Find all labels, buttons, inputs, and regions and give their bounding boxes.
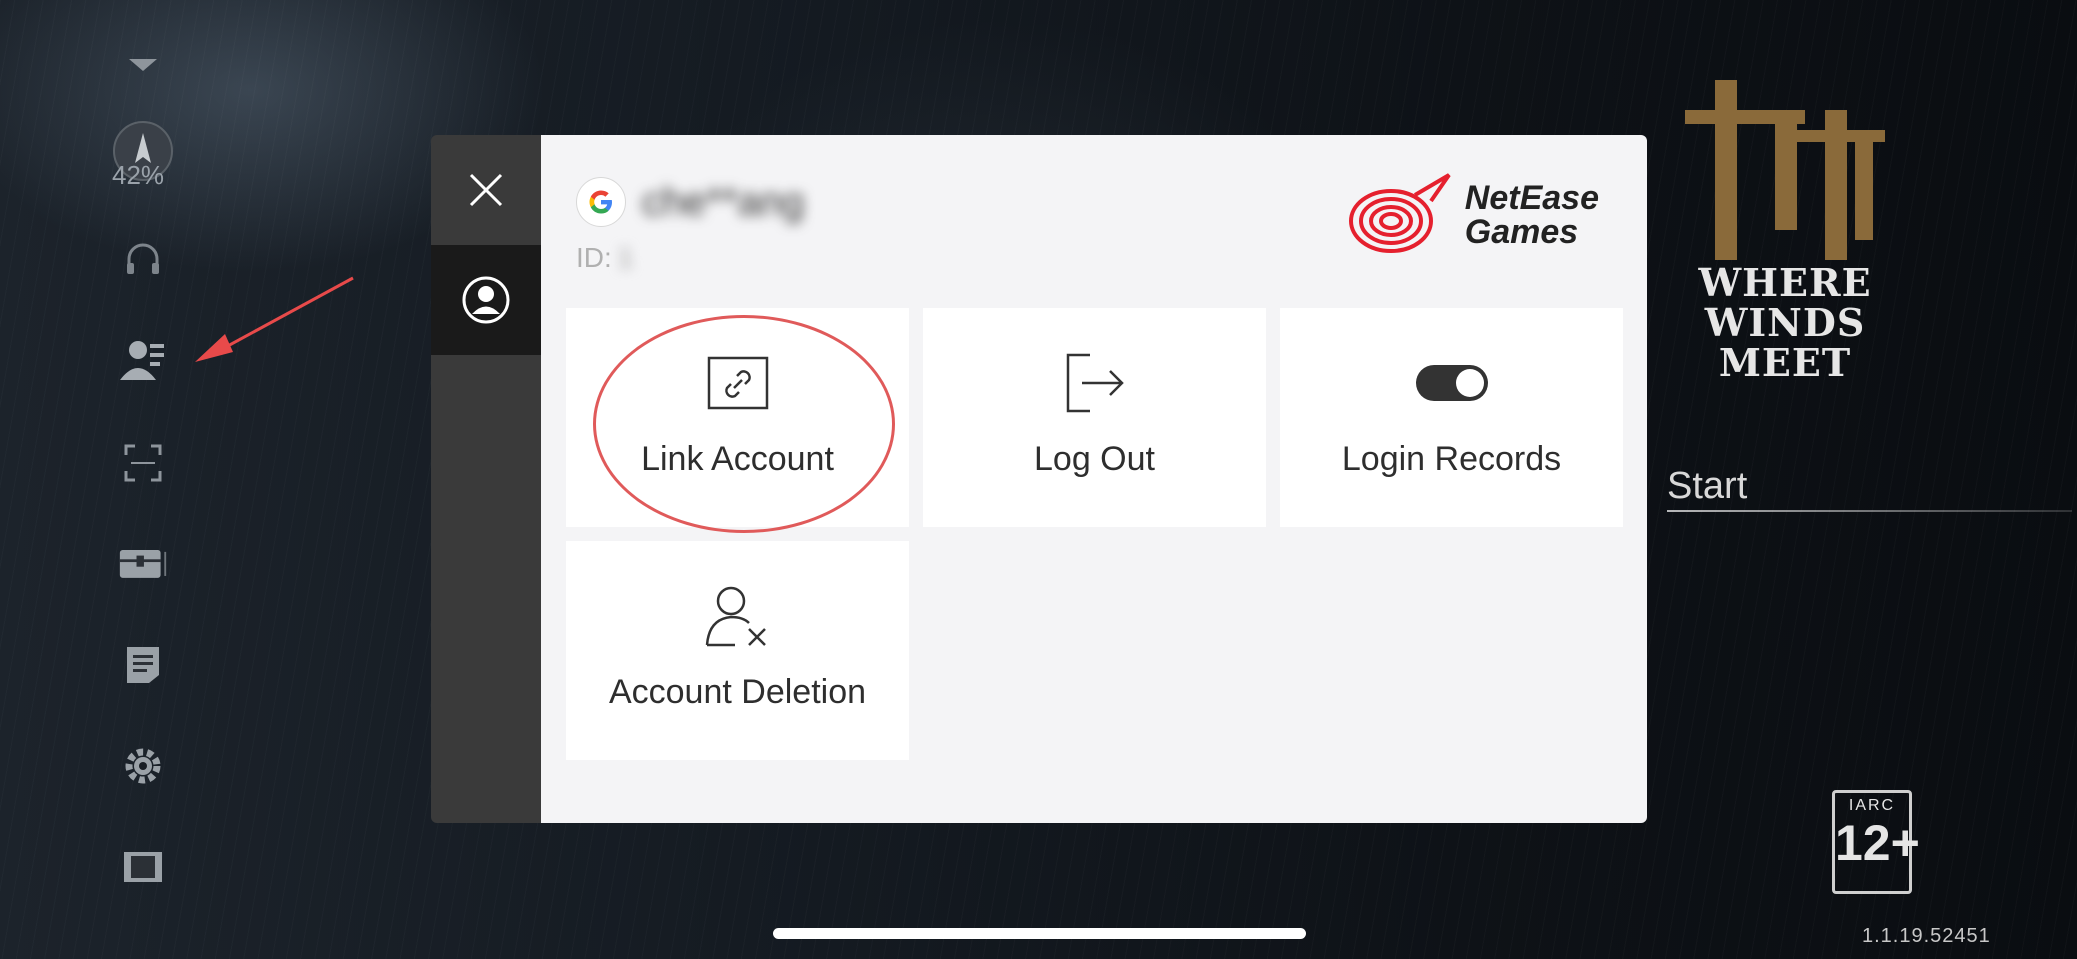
account-id-label: ID: (576, 242, 612, 273)
headset-icon[interactable] (118, 236, 168, 286)
link-account-button[interactable]: Link Account (566, 308, 909, 527)
modal-content: che**ang ID: 1 NetEase Games Link Accoun… (541, 135, 1647, 823)
close-button[interactable] (431, 135, 541, 245)
logout-icon (1066, 353, 1124, 413)
screen-icon[interactable] (118, 842, 168, 892)
log-out-button[interactable]: Log Out (923, 308, 1266, 527)
settings-icon[interactable] (118, 741, 168, 791)
start-underline (1667, 510, 2072, 512)
account-deletion-button[interactable]: Account Deletion (566, 541, 909, 760)
rating-org: IARC (1848, 797, 1896, 814)
progress-percent: 42% (112, 160, 165, 190)
close-icon (469, 173, 503, 207)
netease-wordmark: NetEase Games (1465, 181, 1599, 249)
google-icon (576, 177, 626, 227)
home-indicator[interactable] (773, 928, 1306, 939)
collapse-arrow-icon[interactable] (118, 40, 168, 90)
game-title: WHERE WINDS MEET (1650, 263, 1920, 383)
modal-side-rail (431, 135, 541, 823)
netease-line1: NetEase (1464, 179, 1599, 217)
link-account-label: Link Account (641, 440, 834, 478)
chest-icon[interactable] (118, 538, 168, 588)
game-title-line2: WINDS MEET (1704, 300, 1866, 385)
user-circle-icon (462, 276, 510, 324)
account-id: ID: 1 (576, 242, 633, 274)
log-out-label: Log Out (1034, 440, 1155, 478)
scan-icon[interactable] (118, 438, 168, 488)
notes-icon[interactable] (118, 640, 168, 690)
rating-age: 12+ (1835, 815, 1920, 871)
link-icon (707, 356, 768, 410)
account-modal: che**ang ID: 1 NetEase Games Link Accoun… (431, 135, 1647, 823)
toggle-icon (1415, 365, 1488, 401)
account-deletion-label: Account Deletion (608, 673, 867, 711)
netease-logo: NetEase Games (1345, 171, 1599, 259)
netease-line2: Games (1464, 213, 1579, 251)
netease-swirl-icon (1348, 173, 1451, 253)
age-rating-badge: IARC 12+ (1832, 790, 1920, 894)
account-header: che**ang (576, 177, 804, 227)
user-remove-icon (705, 586, 766, 647)
tab-account[interactable] (431, 245, 541, 355)
account-icon[interactable] (118, 336, 168, 386)
game-title-line1: WHERE (1698, 260, 1872, 305)
account-username: che**ang (642, 179, 805, 224)
annotation-arrow (185, 270, 365, 375)
version-label: 1.1.19.52451 (1862, 925, 1991, 947)
start-button[interactable]: Start (1667, 465, 1747, 508)
account-id-value: 1 (617, 242, 634, 273)
login-records-button[interactable]: Login Records (1280, 308, 1623, 527)
login-records-label: Login Records (1341, 440, 1562, 478)
